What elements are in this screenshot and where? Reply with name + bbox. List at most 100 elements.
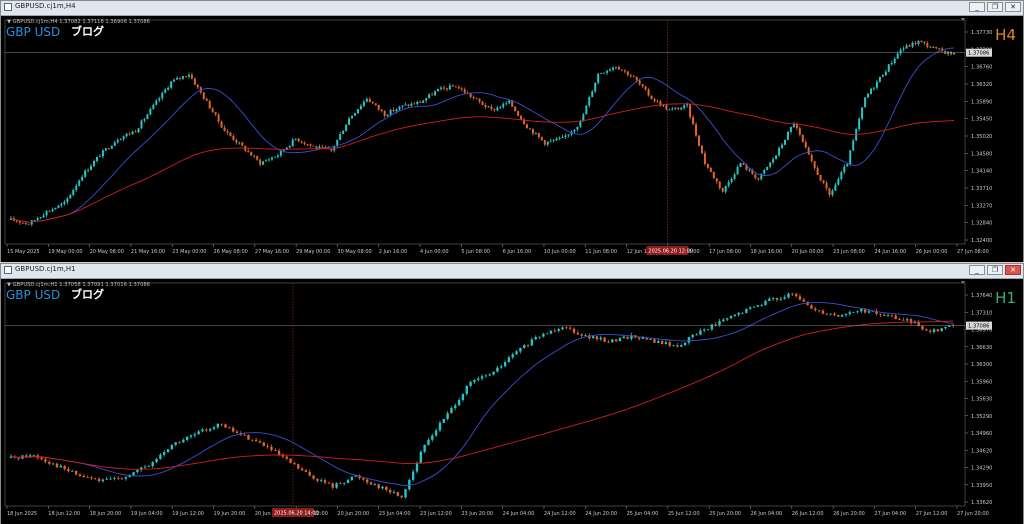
chart-area[interactable]: 1.37640 1.37310 1.36970 1.36630 1.36300 1.359… (1, 279, 1023, 524)
candle-body (21, 222, 24, 224)
candle-body (273, 156, 276, 158)
chart-window-h4[interactable]: GBPUSD.cj1m,H4 _ ❐ ✕ 1.377301.373001.367… (0, 0, 1024, 262)
candle-body (304, 470, 308, 472)
candle-body (388, 489, 392, 493)
y-tick-label: 1.32840 (971, 221, 992, 227)
x-tick-label: 27 Jun 12:00 (916, 511, 948, 517)
candle-body (564, 135, 567, 137)
candle-body (69, 194, 72, 199)
candle-body (572, 328, 576, 333)
candle-body (151, 462, 154, 466)
candle-body (649, 339, 652, 340)
candle-body (676, 345, 679, 347)
candle-body (193, 78, 196, 85)
price-chart-h1[interactable]: 1.376401.373101.369701.366301.363001.359… (1, 279, 1023, 524)
candle-body (262, 161, 265, 165)
y-tick-label: 1.33270 (971, 203, 992, 209)
candle-body (297, 464, 300, 469)
candle-body (55, 463, 59, 468)
candle-body (216, 423, 220, 428)
candle-body (783, 297, 786, 299)
candle-body (72, 189, 75, 195)
candle-body (170, 81, 173, 88)
candle-body (898, 318, 901, 320)
candle-body (606, 70, 609, 73)
candle-body (908, 45, 911, 47)
candle-body (457, 399, 461, 406)
restore-button[interactable]: ❐ (987, 265, 1003, 275)
x-tick-label: 26 Jun 04:00 (750, 511, 782, 517)
candle-body (104, 148, 107, 151)
close-button[interactable]: ✕ (1005, 265, 1021, 275)
candle-body (109, 478, 112, 480)
window-titlebar[interactable]: GBPUSD.cj1m,H1 _ ❐ ✕ (1, 264, 1023, 279)
candle-body (677, 107, 680, 110)
candle-body (632, 76, 635, 78)
candle-body (374, 103, 377, 105)
x-tick-label: 18 Jun 20:00 (90, 511, 122, 517)
candle-body (887, 64, 890, 72)
candle-body (461, 394, 465, 400)
candle-body (653, 339, 656, 343)
candle-body (902, 48, 905, 50)
candle-body (695, 124, 698, 136)
candle-body (228, 427, 231, 429)
candle-body (635, 76, 638, 81)
x-tick-label: 21 May 16:00 (131, 249, 165, 255)
candle-body (339, 483, 342, 485)
candle-body (166, 449, 170, 453)
candle-body (893, 58, 896, 64)
candle-body (911, 42, 914, 47)
candle-body (794, 293, 798, 297)
candle-body (600, 73, 603, 75)
candle-body (714, 324, 717, 326)
timeframe-label: H4 (995, 26, 1016, 44)
candle-body (622, 336, 625, 339)
candle-body (760, 173, 763, 180)
candle-body (386, 114, 389, 117)
candle-body (331, 483, 334, 488)
candle-body (469, 381, 472, 386)
window-titlebar[interactable]: GBPUSD.cj1m,H4 _ ❐ ✕ (1, 1, 1023, 16)
chart-window-h1[interactable]: GBPUSD.cj1m,H1 _ ❐ ✕ 1.37640 1.37310 1.369… (0, 263, 1024, 524)
chart-area[interactable]: 1.377301.373001.367601.363201.358901.354… (1, 16, 1023, 262)
candle-body (760, 305, 763, 306)
brand-suffix: ブログ (71, 287, 104, 301)
candle-body (505, 103, 508, 105)
candle-body (565, 327, 568, 329)
candle-body (262, 442, 265, 446)
candle-body (232, 135, 235, 140)
close-button[interactable]: ✕ (1005, 2, 1021, 12)
candle-body (718, 321, 721, 325)
candle-body (852, 140, 855, 151)
minimize-button[interactable]: _ (969, 2, 985, 12)
x-tick-label: 30 May 08:00 (337, 249, 371, 255)
candle-body (629, 75, 632, 77)
candle-body (843, 166, 846, 173)
candle-body (944, 326, 947, 329)
candle-body (315, 146, 318, 149)
candle-body (143, 119, 146, 121)
candle-body (66, 198, 69, 203)
restore-button[interactable]: ❐ (987, 2, 1003, 12)
candle-body (496, 367, 499, 372)
candle-body (557, 329, 560, 331)
candle-body (431, 435, 434, 440)
candle-body (415, 462, 419, 472)
candle-body (134, 131, 137, 133)
candle-body (538, 336, 541, 338)
candle-body (603, 72, 606, 74)
candle-body (804, 141, 807, 148)
candle-body (463, 89, 466, 94)
candle-body (718, 181, 721, 188)
candle-body (457, 87, 460, 89)
price-chart-h4[interactable]: 1.377301.373001.367601.363201.358901.354… (1, 16, 1023, 262)
candle-body (591, 91, 594, 98)
candle-body (894, 315, 897, 319)
candle-body (401, 105, 404, 107)
candle-body (451, 85, 454, 87)
candle-body (580, 334, 583, 336)
minimize-button[interactable]: _ (969, 265, 985, 275)
candle-body (736, 167, 739, 175)
candle-body (567, 134, 570, 136)
